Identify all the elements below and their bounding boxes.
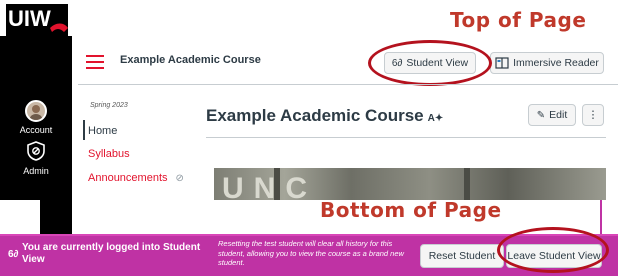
- bottom-of-page-annotation: Bottom of Page: [320, 198, 502, 222]
- course-nav-announcements-label: Announcements: [88, 172, 168, 184]
- shield-icon: [27, 141, 45, 161]
- avatar: [25, 100, 47, 122]
- pencil-icon: ✎: [536, 109, 546, 121]
- course-nav-syllabus[interactable]: Syllabus: [88, 148, 130, 160]
- account-label: Account: [19, 125, 53, 135]
- immersive-reader-button[interactable]: Immersive Reader: [490, 52, 604, 74]
- title-divider: [206, 137, 606, 138]
- edit-label: Edit: [549, 109, 568, 121]
- course-nav-home[interactable]: Home: [88, 125, 117, 137]
- reset-note: Resetting the test student will clear al…: [218, 239, 404, 267]
- edit-button[interactable]: ✎ Edit: [528, 104, 576, 126]
- global-navigation-bottom: [40, 200, 72, 234]
- immersive-reader-label: Immersive Reader: [513, 57, 599, 69]
- svg-text:UIW: UIW: [8, 6, 51, 31]
- course-banner-image: UNC: [214, 168, 606, 200]
- hidden-eye-icon: ⊘: [175, 173, 184, 184]
- more-options-button[interactable]: ⋮: [582, 104, 604, 126]
- admin-nav-item[interactable]: Admin: [0, 140, 72, 176]
- page-title: Example Academic Course A✦: [206, 106, 443, 126]
- hamburger-menu-icon[interactable]: [86, 55, 104, 69]
- active-nav-indicator: [83, 120, 85, 140]
- course-nav-announcements[interactable]: Announcements ⊘: [88, 172, 184, 184]
- header-divider: [78, 84, 618, 85]
- admin-label: Admin: [23, 166, 49, 176]
- page-title-text: Example Academic Course: [206, 106, 424, 125]
- banner-letters: UNC: [222, 172, 317, 200]
- student-view-message: You are currently logged into Student Vi…: [22, 242, 201, 265]
- immersive-reader-icon: [495, 57, 509, 69]
- reset-student-label: Reset Student: [428, 250, 496, 262]
- student-view-bar-icon: 6∂: [8, 249, 19, 260]
- account-nav-item[interactable]: Account: [0, 100, 72, 135]
- course-term: Spring 2023: [90, 102, 128, 109]
- leave-student-view-highlight-circle: [497, 227, 609, 273]
- course-breadcrumb[interactable]: Example Academic Course: [120, 54, 261, 66]
- top-of-page-annotation: Top of Page: [450, 8, 587, 32]
- uiw-logo: UIW: [6, 4, 68, 36]
- reset-student-button[interactable]: Reset Student: [420, 244, 504, 268]
- student-view-highlight-circle: [368, 40, 492, 86]
- global-navigation: Account Admin: [0, 36, 72, 200]
- more-options-icon: ⋮: [587, 109, 599, 121]
- student-view-bar-edge: [600, 200, 602, 234]
- top-of-page-section: Top of Page UIW Account Admin Example Ac…: [0, 0, 618, 200]
- translate-icon[interactable]: A✦: [428, 113, 444, 124]
